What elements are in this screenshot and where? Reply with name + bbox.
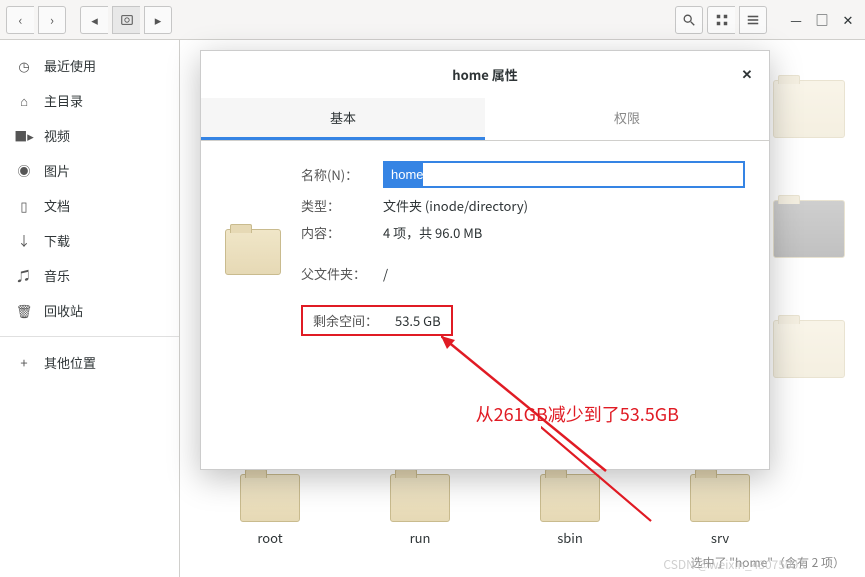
free-label: 剩余空间： <box>313 311 395 330</box>
disk-icon <box>120 13 134 27</box>
type-value: 文件夹 (inode/directory) <box>383 196 528 215</box>
maximize-button[interactable]: □ <box>811 10 833 29</box>
folder-item-root[interactable]: root <box>230 474 310 547</box>
sidebar-item-documents[interactable]: ▯文档 <box>0 188 179 223</box>
sidebar: ◷最近使用 ⌂主目录 ■▸视频 ◉图片 ▯文档 ↓下载 ♫音乐 🗑回收站 +其他… <box>0 40 180 577</box>
plus-icon: + <box>16 355 32 371</box>
folder-item-srv[interactable]: srv <box>680 474 760 547</box>
document-icon: ▯ <box>16 198 32 214</box>
music-icon: ♫ <box>16 268 32 284</box>
watermark: CSDN @weixin_43075093 <box>663 556 805 573</box>
parent-value: / <box>383 264 388 283</box>
tab-permissions[interactable]: 权限 <box>485 98 769 140</box>
photo-icon: ◉ <box>16 163 32 179</box>
video-icon: ■▸ <box>16 128 32 144</box>
folder-item[interactable] <box>773 200 845 258</box>
properties-dialog: home 属性 ✕ 基本 权限 名称(N)： 类型： 文件夹 (inode/di… <box>200 50 770 470</box>
name-label: 名称(N)： <box>301 165 383 184</box>
menu-button[interactable] <box>739 6 767 34</box>
download-icon: ↓ <box>16 233 32 249</box>
folder-icon <box>240 474 300 522</box>
annotation-text: 从261GB减少到了53.5GB <box>476 401 679 427</box>
sidebar-item-music[interactable]: ♫音乐 <box>0 258 179 293</box>
trash-icon: 🗑 <box>16 303 32 319</box>
folder-item[interactable] <box>773 320 845 378</box>
folder-icon <box>690 474 750 522</box>
hamburger-icon <box>746 13 760 27</box>
path-prev-button[interactable]: ◂ <box>80 6 108 34</box>
grid-icon <box>715 13 729 27</box>
sidebar-item-pictures[interactable]: ◉图片 <box>0 153 179 188</box>
folder-icon <box>773 200 845 258</box>
window-close-button[interactable]: ✕ <box>837 10 859 29</box>
clock-icon: ◷ <box>16 58 32 74</box>
folder-icon <box>773 80 845 138</box>
sidebar-item-downloads[interactable]: ↓下载 <box>0 223 179 258</box>
path-next-button[interactable]: ▸ <box>144 6 172 34</box>
tab-basic[interactable]: 基本 <box>201 98 485 140</box>
home-icon: ⌂ <box>16 93 32 109</box>
content-label: 内容： <box>301 223 383 242</box>
search-icon <box>682 13 696 27</box>
path-segment[interactable] <box>112 6 140 34</box>
sidebar-item-videos[interactable]: ■▸视频 <box>0 118 179 153</box>
back-button[interactable]: ‹ <box>6 6 34 34</box>
folder-item[interactable] <box>773 80 845 138</box>
type-label: 类型： <box>301 196 383 215</box>
dialog-close-button[interactable]: ✕ <box>737 63 757 83</box>
dialog-title: home 属性 ✕ <box>201 51 769 98</box>
forward-button[interactable]: › <box>38 6 66 34</box>
folder-icon <box>773 320 845 378</box>
free-space-highlight: 剩余空间： 53.5 GB <box>301 305 453 336</box>
main-toolbar: ‹ › ◂ ▸ — □ ✕ <box>0 0 865 40</box>
parent-label: 父文件夹： <box>301 264 383 283</box>
dialog-tabs: 基本 权限 <box>201 98 769 141</box>
sidebar-item-home[interactable]: ⌂主目录 <box>0 83 179 118</box>
name-input[interactable] <box>383 161 745 188</box>
search-button[interactable] <box>675 6 703 34</box>
content-value: 4 项，共 96.0 MB <box>383 223 482 242</box>
free-value: 53.5 GB <box>395 311 441 330</box>
sidebar-item-other[interactable]: +其他位置 <box>0 345 179 380</box>
sidebar-item-trash[interactable]: 🗑回收站 <box>0 293 179 328</box>
folder-large-icon <box>225 229 281 277</box>
minimize-button[interactable]: — <box>785 10 807 29</box>
view-list-button[interactable] <box>707 6 735 34</box>
sidebar-item-recent[interactable]: ◷最近使用 <box>0 48 179 83</box>
